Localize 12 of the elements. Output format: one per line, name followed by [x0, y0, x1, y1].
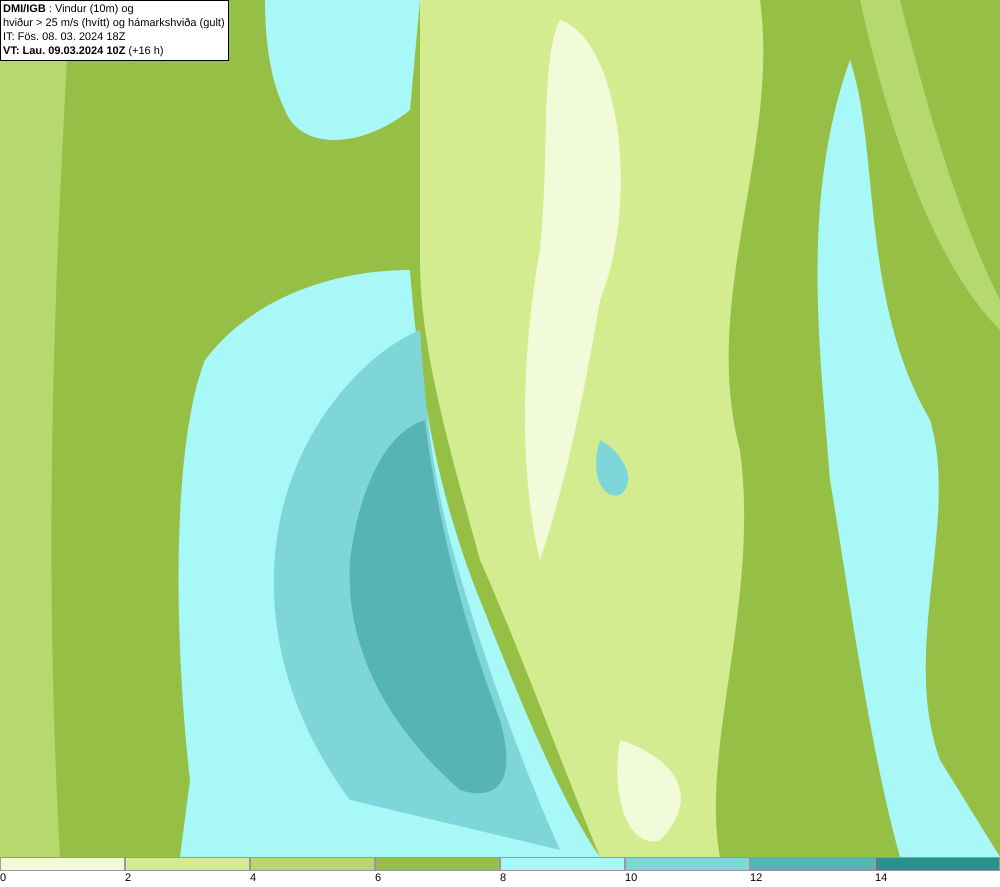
legend-label: 4: [250, 871, 256, 885]
info-text: hviður > 25 m/s (hvítt) og hámarkshviða (gult): [3, 16, 225, 30]
legend-label: 12: [750, 871, 762, 885]
info-text: IT: Fös. 08. 03. 2024 18Z: [3, 30, 126, 44]
legend-label: 6: [375, 871, 382, 885]
legend-label: 10: [625, 871, 638, 885]
legend-label: 8: [500, 871, 506, 885]
legend-label: 14: [875, 871, 888, 885]
legend-label: 2: [125, 871, 132, 885]
legend-label: 0: [0, 871, 6, 885]
info-text: DMI/IGB : Vindur (10m) og: [3, 2, 135, 16]
info-text: VT: Lau. 09.03.2024 10Z (+16 h): [3, 44, 165, 58]
